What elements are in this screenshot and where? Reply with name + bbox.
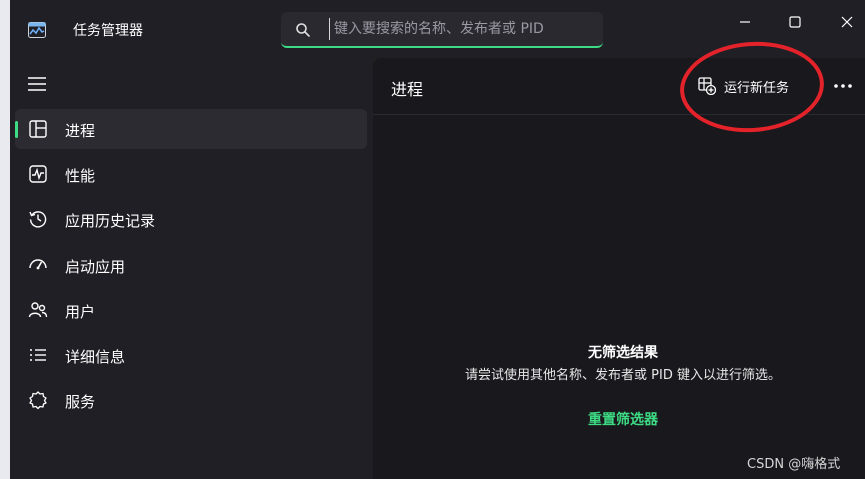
sidebar-item-processes[interactable]: 进程 xyxy=(15,109,367,149)
task-manager-icon xyxy=(28,22,46,38)
sidebar: 进程 性能 应用历史记录 启动应用 用户 详细信息 服务 xyxy=(10,58,373,479)
more-options-button[interactable] xyxy=(831,76,855,96)
search-icon xyxy=(295,22,311,38)
sidebar-item-label: 启动应用 xyxy=(65,258,126,276)
services-icon xyxy=(28,390,48,410)
sidebar-item-label: 应用历史记录 xyxy=(65,212,156,230)
title-bar: 任务管理器 xyxy=(10,0,865,58)
close-button[interactable] xyxy=(830,8,864,36)
empty-state-title: 无筛选结果 xyxy=(588,345,658,361)
hamburger-menu-button[interactable] xyxy=(26,74,48,94)
history-icon xyxy=(28,209,48,229)
users-icon xyxy=(28,300,48,320)
sidebar-item-label: 详细信息 xyxy=(65,348,126,366)
sidebar-item-details[interactable]: 详细信息 xyxy=(15,335,367,375)
maximize-icon xyxy=(789,16,801,28)
performance-icon xyxy=(28,164,48,184)
sidebar-item-users[interactable]: 用户 xyxy=(15,290,367,330)
run-new-task-button[interactable]: 运行新任务 xyxy=(698,72,808,100)
sidebar-item-label: 性能 xyxy=(65,167,96,185)
active-indicator xyxy=(15,121,18,138)
sidebar-item-app-history[interactable]: 应用历史记录 xyxy=(15,199,367,239)
search-input[interactable] xyxy=(329,18,594,40)
more-icon xyxy=(833,83,853,89)
processes-icon xyxy=(28,119,48,139)
hamburger-icon xyxy=(26,74,48,94)
details-icon xyxy=(28,345,48,365)
main-panel: 进程 运行新任务 无筛选结果 请尝试使用其他名称、发布者或 PID 键入以进行筛… xyxy=(373,37,865,479)
sidebar-item-services[interactable]: 服务 xyxy=(15,380,367,420)
sidebar-item-label: 用户 xyxy=(65,303,96,321)
run-new-task-label: 运行新任务 xyxy=(724,80,790,96)
close-icon xyxy=(841,16,853,28)
app-title: 任务管理器 xyxy=(73,23,143,39)
reset-filter-link[interactable]: 重置筛选器 xyxy=(373,409,865,429)
main-header: 进程 运行新任务 xyxy=(373,37,865,137)
minimize-icon xyxy=(739,16,751,28)
maximize-button[interactable] xyxy=(778,8,812,36)
sidebar-item-label: 服务 xyxy=(65,393,96,411)
sidebar-item-startup-apps[interactable]: 启动应用 xyxy=(15,245,367,285)
task-manager-window: 任务管理器 键入要搜索的名称、发布者或 PID 进程 性能 应用历史记录 启动应… xyxy=(0,0,865,479)
run-new-task-icon xyxy=(698,77,716,95)
watermark: CSDN @嗨格式 xyxy=(747,457,841,472)
sidebar-item-label: 进程 xyxy=(65,122,96,140)
startup-icon xyxy=(28,255,48,275)
empty-state-description: 请尝试使用其他名称、发布者或 PID 键入以进行筛选。 xyxy=(465,368,781,383)
search-box[interactable] xyxy=(281,12,603,48)
minimize-button[interactable] xyxy=(728,8,762,36)
desktop-background-strip xyxy=(0,0,10,479)
sidebar-item-performance[interactable]: 性能 xyxy=(15,154,367,194)
page-title: 进程 xyxy=(391,80,424,99)
